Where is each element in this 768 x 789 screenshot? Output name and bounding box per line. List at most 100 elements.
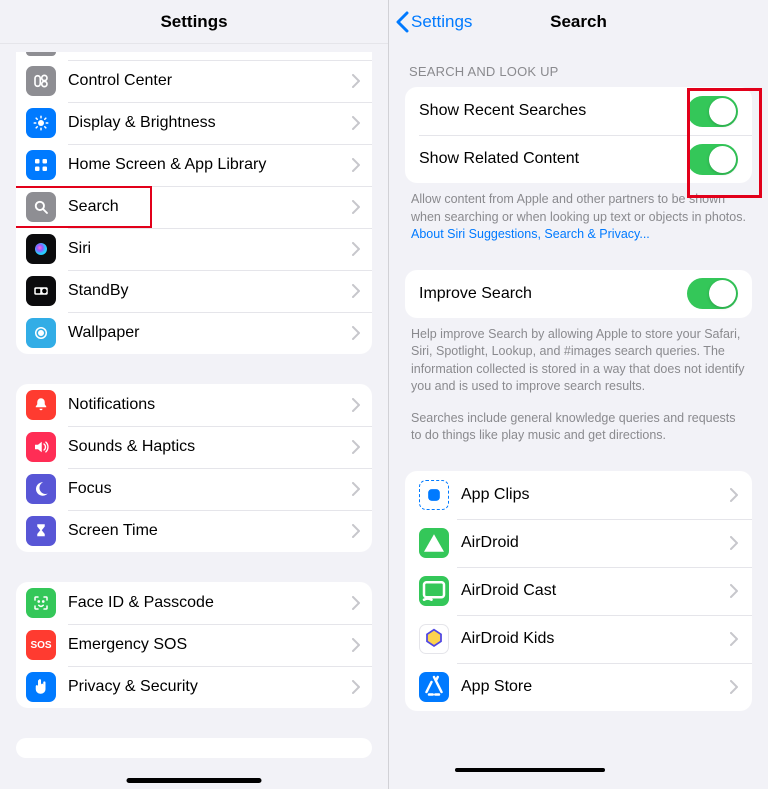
appclips-icon <box>419 480 449 510</box>
toggle-show-related-content[interactable] <box>687 144 738 175</box>
apps-group: App Clips AirDroid AirDroid Cast <box>405 471 752 711</box>
toggle-label: Improve Search <box>419 285 687 303</box>
settings-title: Settings <box>160 12 227 32</box>
footer-text: Allow content from Apple and other partn… <box>411 192 746 224</box>
app-label: AirDroid Kids <box>461 630 730 648</box>
settings-group-2: Notifications Sounds & Haptics Focus <box>16 384 372 552</box>
row-label: Display & Brightness <box>68 114 352 132</box>
row-label: Sounds & Haptics <box>68 438 352 456</box>
airdroidcast-icon <box>419 576 449 606</box>
back-label: Settings <box>411 12 472 32</box>
row-screen-time[interactable]: Screen Time <box>16 510 372 552</box>
row-airdroid-cast[interactable]: AirDroid Cast <box>405 567 752 615</box>
hourglass-icon <box>26 516 56 546</box>
row-label: Emergency SOS <box>68 636 352 654</box>
chevron-right-icon <box>352 242 360 256</box>
row-control-center[interactable]: Control Center <box>16 60 372 102</box>
speaker-icon <box>26 432 56 462</box>
controls-icon <box>26 66 56 96</box>
airdroid-icon <box>419 528 449 558</box>
app-label: AirDroid <box>461 534 730 552</box>
chevron-right-icon <box>352 482 360 496</box>
face-icon <box>26 588 56 618</box>
link-siri-privacy[interactable]: About Siri Suggestions, Search & Privacy… <box>411 227 650 241</box>
search-lookup-group: Show Recent Searches Show Related Conten… <box>405 87 752 183</box>
row-wallpaper[interactable]: Wallpaper <box>16 312 372 354</box>
row-label: Wallpaper <box>68 324 352 342</box>
row-label: Home Screen & App Library <box>68 156 352 174</box>
chevron-right-icon <box>352 116 360 130</box>
row-placeholder[interactable] <box>16 52 372 60</box>
chevron-right-icon <box>352 596 360 610</box>
toggle-label: Show Related Content <box>419 150 687 168</box>
chevron-right-icon <box>730 488 738 502</box>
row-label: Control Center <box>68 72 352 90</box>
toggle-label: Show Recent Searches <box>419 102 687 120</box>
row-show-related-content: Show Related Content <box>405 135 752 183</box>
app-label: App Store <box>461 678 730 696</box>
footer-searches-note: Searches include general knowledge queri… <box>411 410 746 445</box>
row-display-brightness[interactable]: Display & Brightness <box>16 102 372 144</box>
section-header-search-lookup: SEARCH AND LOOK UP <box>409 64 748 79</box>
toggle-improve-search[interactable] <box>687 278 738 309</box>
chevron-right-icon <box>730 584 738 598</box>
footer-improve-search: Help improve Search by allowing Apple to… <box>411 326 746 396</box>
brightness-icon <box>26 108 56 138</box>
placeholder-icon <box>26 52 56 56</box>
row-airdroid[interactable]: AirDroid <box>405 519 752 567</box>
app-label: AirDroid Cast <box>461 582 730 600</box>
toggle-show-recent-searches[interactable] <box>687 96 738 127</box>
wallpaper-icon <box>26 318 56 348</box>
row-emergency-sos[interactable]: SOS Emergency SOS <box>16 624 372 666</box>
row-faceid[interactable]: Face ID & Passcode <box>16 582 372 624</box>
improve-search-group: Improve Search <box>405 270 752 318</box>
row-siri[interactable]: Siri <box>16 228 372 270</box>
row-app-clips[interactable]: App Clips <box>405 471 752 519</box>
back-button[interactable]: Settings <box>395 0 472 44</box>
siri-icon <box>26 234 56 264</box>
row-standby[interactable]: StandBy <box>16 270 372 312</box>
row-sounds-haptics[interactable]: Sounds & Haptics <box>16 426 372 468</box>
search-header: Settings Search <box>389 0 768 44</box>
hand-icon <box>26 672 56 702</box>
row-label: Search <box>68 198 352 216</box>
chevron-right-icon <box>730 536 738 550</box>
chevron-right-icon <box>352 440 360 454</box>
row-label: Focus <box>68 480 352 498</box>
chevron-right-icon <box>352 74 360 88</box>
sos-icon: SOS <box>26 630 56 660</box>
settings-header: Settings <box>0 0 388 44</box>
home-indicator <box>127 778 262 783</box>
moon-icon <box>26 474 56 504</box>
settings-left-pane: Settings Control Center Display & Bright… <box>0 0 388 789</box>
row-focus[interactable]: Focus <box>16 468 372 510</box>
row-airdroid-kids[interactable]: AirDroid Kids <box>405 615 752 663</box>
row-label: Face ID & Passcode <box>68 594 352 612</box>
row-search[interactable]: Search <box>16 186 372 228</box>
chevron-right-icon <box>352 638 360 652</box>
row-show-recent-searches: Show Recent Searches <box>405 87 752 135</box>
chevron-right-icon <box>730 680 738 694</box>
row-label: Notifications <box>68 396 352 414</box>
row-label: Screen Time <box>68 522 352 540</box>
chevron-right-icon <box>352 326 360 340</box>
chevron-right-icon <box>352 284 360 298</box>
search-icon <box>26 192 56 222</box>
chevron-right-icon <box>352 200 360 214</box>
airdroidkids-icon <box>419 624 449 654</box>
row-notifications[interactable]: Notifications <box>16 384 372 426</box>
row-privacy-security[interactable]: Privacy & Security <box>16 666 372 708</box>
chevron-right-icon <box>730 632 738 646</box>
row-home-screen[interactable]: Home Screen & App Library <box>16 144 372 186</box>
grid-icon <box>26 150 56 180</box>
settings-group-3: Face ID & Passcode SOS Emergency SOS Pri… <box>16 582 372 708</box>
row-app-store[interactable]: App Store <box>405 663 752 711</box>
search-title: Search <box>550 12 607 32</box>
footer-search-lookup: Allow content from Apple and other partn… <box>411 191 746 244</box>
search-detail-pane: Settings Search SEARCH AND LOOK UP Show … <box>388 0 768 789</box>
bell-icon <box>26 390 56 420</box>
row-label: Privacy & Security <box>68 678 352 696</box>
chevron-right-icon <box>352 524 360 538</box>
app-label: App Clips <box>461 486 730 504</box>
appstore-icon <box>419 672 449 702</box>
